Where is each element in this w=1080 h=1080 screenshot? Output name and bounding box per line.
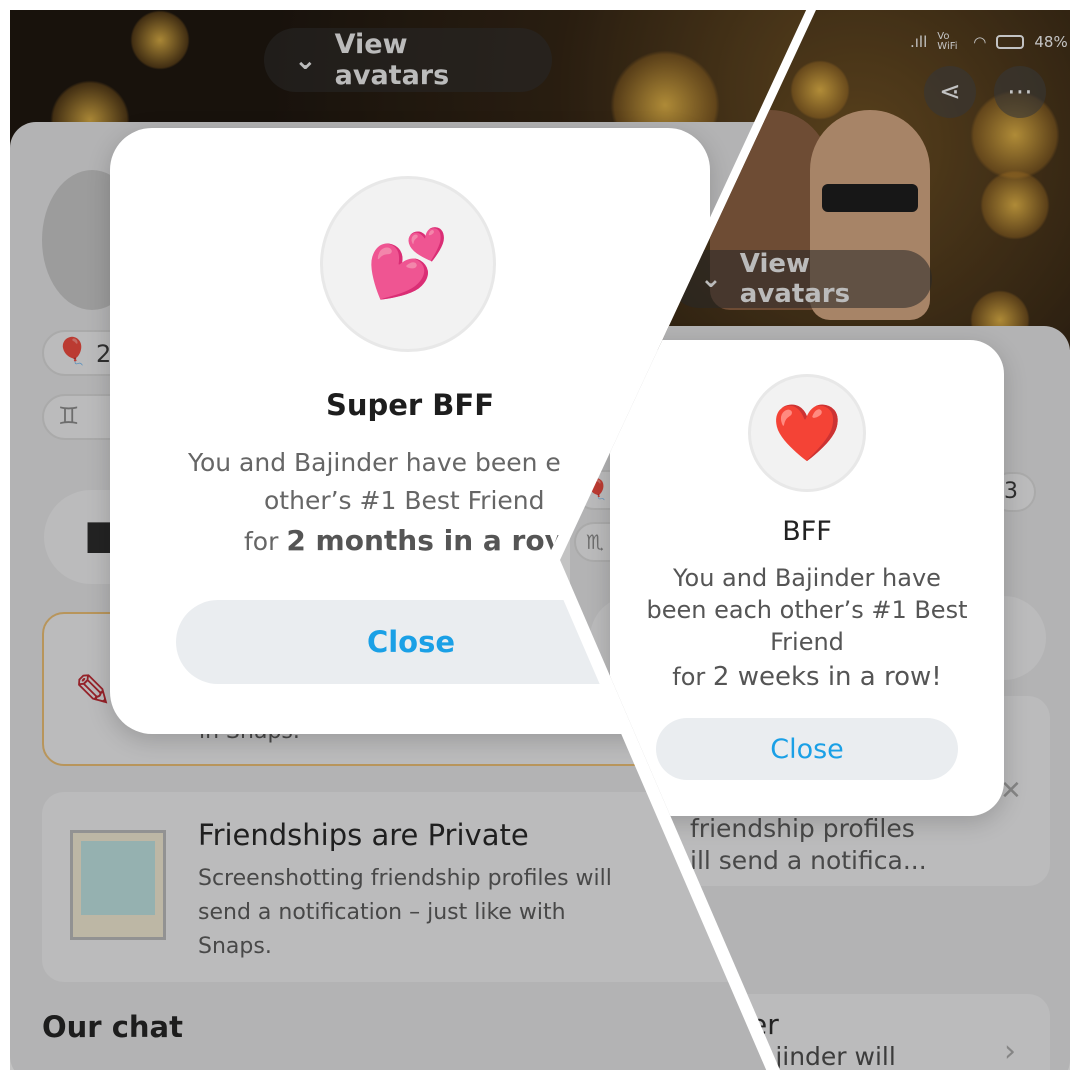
close-button[interactable]: Close	[176, 600, 646, 684]
two-hearts-icon: 💕	[320, 176, 496, 352]
modal-title: BFF	[782, 516, 832, 547]
modal-title: Super BFF	[325, 388, 495, 422]
modal-line-1: You and Bajinder have	[673, 564, 941, 592]
collage: ⌄ View avatars 🎈 2 ♊ ■ ✎ in Snaps.	[0, 0, 1080, 1080]
bff-modal: ❤️ BFF You and Bajinder have been each o…	[610, 340, 1004, 816]
modal-line-3: for 2 months in a rov	[244, 524, 563, 557]
modal-line-2: other’s #1 Best Friend	[264, 486, 545, 515]
modal-line-1: You and Bajinder have been e	[188, 448, 561, 477]
modal-line-2: been each other’s #1 Best	[646, 596, 968, 624]
close-button[interactable]: Close	[656, 718, 958, 780]
heart-icon: ❤️	[748, 374, 866, 492]
modal-line-3: Friend	[770, 628, 844, 656]
modal-line-4: for 2 weeks in a row!	[672, 662, 942, 692]
